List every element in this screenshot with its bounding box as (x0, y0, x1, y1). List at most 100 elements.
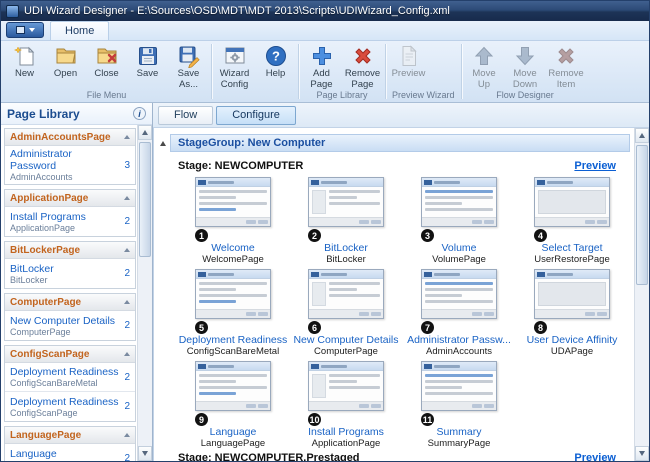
page-card-udapage[interactable]: 8User Device AffinityUDAPage (517, 268, 627, 358)
sidebar-item-applicationpage[interactable]: Install ProgramsApplicationPage2 (5, 207, 135, 236)
ribbon-button-remove-page[interactable]: Remove Page (342, 42, 383, 90)
sidebar-item-adminaccounts[interactable]: Administrator PasswordAdminAccounts3 (5, 146, 135, 184)
page-card-volumepage[interactable]: 3VolumeVolumePage (404, 176, 514, 266)
sidebar-group-applicationpage[interactable]: ApplicationPage (5, 190, 135, 207)
content-scrollbar[interactable] (634, 128, 649, 461)
page-card-applicationpage[interactable]: 10Install ProgramsApplicationPage (291, 360, 401, 450)
stage-stage-newcomputer-prestaged: Stage: NEWCOMPUTER.PrestagedPreview (176, 452, 630, 461)
page-card-subtitle: ComputerPage (291, 346, 401, 357)
save-as-disk-icon (177, 44, 201, 68)
page-number-badge: 1 (195, 229, 208, 242)
page-card-configscanbaremetal[interactable]: 5Deployment ReadinessConfigScanBareMetal (178, 268, 288, 358)
sidebar-item-configscanbaremetal[interactable]: Deployment ReadinessConfigScanBareMetal2 (5, 363, 135, 392)
preview-link[interactable]: Preview (574, 160, 616, 172)
app-window: UDI Wizard Designer - E:\Sources\OSD\MDT… (0, 0, 650, 462)
ribbon-button-label: Move Up (472, 69, 495, 90)
page-card-subtitle: AdminAccounts (404, 346, 514, 357)
page-number-badge: 8 (534, 321, 547, 334)
title-bar: UDI Wizard Designer - E:\Sources\OSD\MDT… (1, 1, 649, 21)
page-number-badge: 11 (421, 413, 434, 426)
sidebar-item-languagepage[interactable]: LanguageLanguagePage2 (5, 444, 135, 461)
page-card-subtitle: BitLocker (291, 254, 401, 265)
ribbon-button-label: Remove Item (548, 69, 583, 90)
ribbon-button-open[interactable]: Open (45, 42, 86, 90)
ribbon-button-add-page[interactable]: Add Page (301, 42, 342, 90)
page-item-title: Install Programs (10, 211, 86, 223)
ribbon-button-label: Help (266, 69, 286, 80)
sidebar-group: AdminAccountsPageAdministrator PasswordA… (4, 128, 136, 185)
scrollbar-thumb[interactable] (139, 142, 151, 257)
sidebar-item-bitlocker[interactable]: BitLockerBitLocker2 (5, 259, 135, 288)
page-thumbnail (308, 177, 384, 227)
ribbon-button-save[interactable]: Save (127, 42, 168, 90)
ribbon-button-label: Close (94, 69, 118, 80)
page-thumbnail (195, 361, 271, 411)
page-item-subtitle: AdminAccounts (10, 172, 120, 182)
group-separator (385, 44, 386, 99)
scroll-up-arrow[interactable] (635, 128, 649, 143)
group-separator (298, 44, 299, 99)
page-card-languagepage[interactable]: 9LanguageLanguagePage (178, 360, 288, 450)
page-item-count: 2 (120, 216, 130, 227)
page-card-summarypage[interactable]: 11SummarySummaryPage (404, 360, 514, 450)
sidebar-group-title: LanguagePage (10, 430, 81, 441)
tab-flow[interactable]: Flow (158, 106, 213, 125)
preview-link[interactable]: Preview (574, 452, 616, 461)
sidebar-group-title: ComputerPage (10, 297, 81, 308)
app-menu-button[interactable] (6, 22, 44, 38)
page-card-title: Language (178, 426, 288, 438)
sidebar-group-adminaccountspage[interactable]: AdminAccountsPage (5, 129, 135, 146)
page-thumbnail (308, 361, 384, 411)
collapse-expander-icon[interactable] (160, 141, 166, 146)
page-thumbnail (421, 361, 497, 411)
sidebar-group-configscanpage[interactable]: ConfigScanPage (5, 346, 135, 363)
tab-home[interactable]: Home (50, 21, 109, 40)
ribbon-tab-strip: Home (1, 21, 649, 41)
page-card-title: Administrator Passw... (404, 334, 514, 346)
scroll-down-arrow[interactable] (635, 446, 649, 461)
tab-configure[interactable]: Configure (216, 106, 296, 125)
ribbon-button-label: Remove Page (345, 69, 380, 90)
ribbon-group-label: File Menu (4, 90, 209, 101)
page-number-badge: 6 (308, 321, 321, 334)
page-card-bitlocker[interactable]: 2BitLockerBitLocker (291, 176, 401, 266)
page-card-subtitle: UserRestorePage (517, 254, 627, 265)
ribbon-button-new[interactable]: New (4, 42, 45, 90)
group-separator (211, 44, 212, 99)
ribbon-button-close[interactable]: Close (86, 42, 127, 90)
ribbon-button-wizard-config[interactable]: Wizard Config (214, 42, 255, 90)
sidebar-item-computerpage[interactable]: New Computer DetailsComputerPage2 (5, 311, 135, 340)
scroll-up-arrow[interactable] (138, 125, 152, 140)
info-icon[interactable]: i (133, 107, 146, 120)
page-card-subtitle: SummaryPage (404, 438, 514, 449)
collapse-chevron-icon (124, 352, 130, 356)
page-item-title: Deployment Readiness (10, 366, 119, 378)
collapse-chevron-icon (124, 196, 130, 200)
sidebar-item-configscanpage[interactable]: Deployment ReadinessConfigScanPage2 (5, 392, 135, 421)
page-item-count: 2 (120, 401, 130, 412)
page-card-userrestorepage[interactable]: 4Select TargetUserRestorePage (517, 176, 627, 266)
sidebar-group-bitlockerpage[interactable]: BitLockerPage (5, 242, 135, 259)
sidebar-scrollbar[interactable] (137, 125, 152, 461)
stagegroup-header[interactable]: StageGroup: New Computer (170, 134, 630, 152)
page-item-title: Language (10, 448, 71, 460)
scroll-down-arrow[interactable] (138, 446, 152, 461)
page-card-title: User Device Affinity (517, 334, 627, 346)
page-card-adminaccounts[interactable]: 7Administrator Passw...AdminAccounts (404, 268, 514, 358)
page-item-title: BitLocker (10, 263, 54, 275)
page-card-subtitle: UDAPage (517, 346, 627, 357)
view-tab-strip: FlowConfigure (153, 103, 649, 128)
ribbon-button-help[interactable]: ?Help (255, 42, 296, 90)
sidebar-group-languagepage[interactable]: LanguagePage (5, 427, 135, 444)
page-card-title: Select Target (517, 242, 627, 254)
sidebar-group: BitLockerPageBitLockerBitLocker2 (4, 241, 136, 289)
ribbon-button-save-as[interactable]: Save As... (168, 42, 209, 90)
page-card-title: BitLocker (291, 242, 401, 254)
sidebar-group-computerpage[interactable]: ComputerPage (5, 294, 135, 311)
page-card-welcomepage[interactable]: 1WelcomeWelcomePage (178, 176, 288, 266)
page-thumbnail (195, 269, 271, 319)
ribbon-group-file-menu: NewOpen Close SaveSave As...File Menu (3, 42, 210, 101)
page-card-computerpage[interactable]: 6New Computer DetailsComputerPage (291, 268, 401, 358)
ribbon-group-tools: Wizard Config?Help (213, 42, 297, 101)
scrollbar-thumb[interactable] (636, 145, 648, 285)
